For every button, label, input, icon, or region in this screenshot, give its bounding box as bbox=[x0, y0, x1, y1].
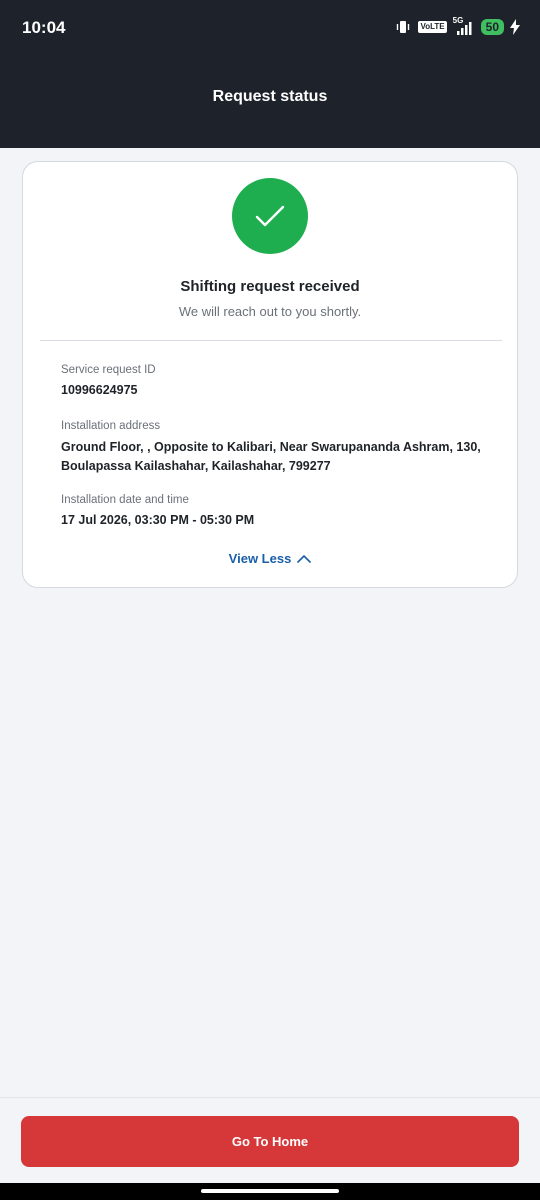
network-type-label: 5G bbox=[452, 16, 464, 25]
charging-bolt-icon bbox=[510, 19, 520, 35]
checkmark-icon bbox=[255, 205, 285, 227]
view-less-link[interactable]: View Less bbox=[23, 551, 517, 566]
status-icons: VoLTE 5G 50 bbox=[394, 16, 520, 36]
installation-datetime-label: Installation date and time bbox=[61, 494, 189, 506]
page-title: Request status bbox=[212, 88, 328, 105]
request-title: Shifting request received bbox=[180, 278, 360, 295]
installation-address-value: Ground Floor, , Opposite to Kalibari, Ne… bbox=[61, 440, 481, 473]
installation-address-label: Installation address bbox=[61, 420, 161, 432]
service-request-id-value: 10996624975 bbox=[61, 383, 138, 397]
success-badge bbox=[232, 178, 308, 254]
status-bar: 10:04 VoLTE 5G 50 bbox=[0, 0, 540, 56]
app-header: 10:04 VoLTE 5G 50 Request status bbox=[0, 0, 540, 148]
system-navigation-bar bbox=[0, 1183, 540, 1200]
home-gesture-handle[interactable] bbox=[201, 1189, 339, 1193]
request-subtitle: We will reach out to you shortly. bbox=[178, 304, 362, 319]
view-less-label: View Less bbox=[228, 551, 292, 566]
signal-icon: 5G bbox=[452, 16, 475, 36]
battery-level: 50 bbox=[480, 19, 504, 35]
volte-icon: VoLTE bbox=[418, 21, 447, 33]
card-divider bbox=[40, 340, 502, 341]
request-status-card: Shifting request received We will reach … bbox=[22, 161, 518, 588]
go-to-home-button[interactable]: Go To Home bbox=[21, 1116, 519, 1167]
installation-datetime-value: 17 Jul 2026, 03:30 PM - 05:30 PM bbox=[61, 513, 255, 527]
vibrate-icon bbox=[394, 18, 412, 36]
status-time: 10:04 bbox=[22, 18, 66, 37]
chevron-up-icon bbox=[297, 555, 312, 563]
service-request-id-label: Service request ID bbox=[61, 364, 156, 376]
